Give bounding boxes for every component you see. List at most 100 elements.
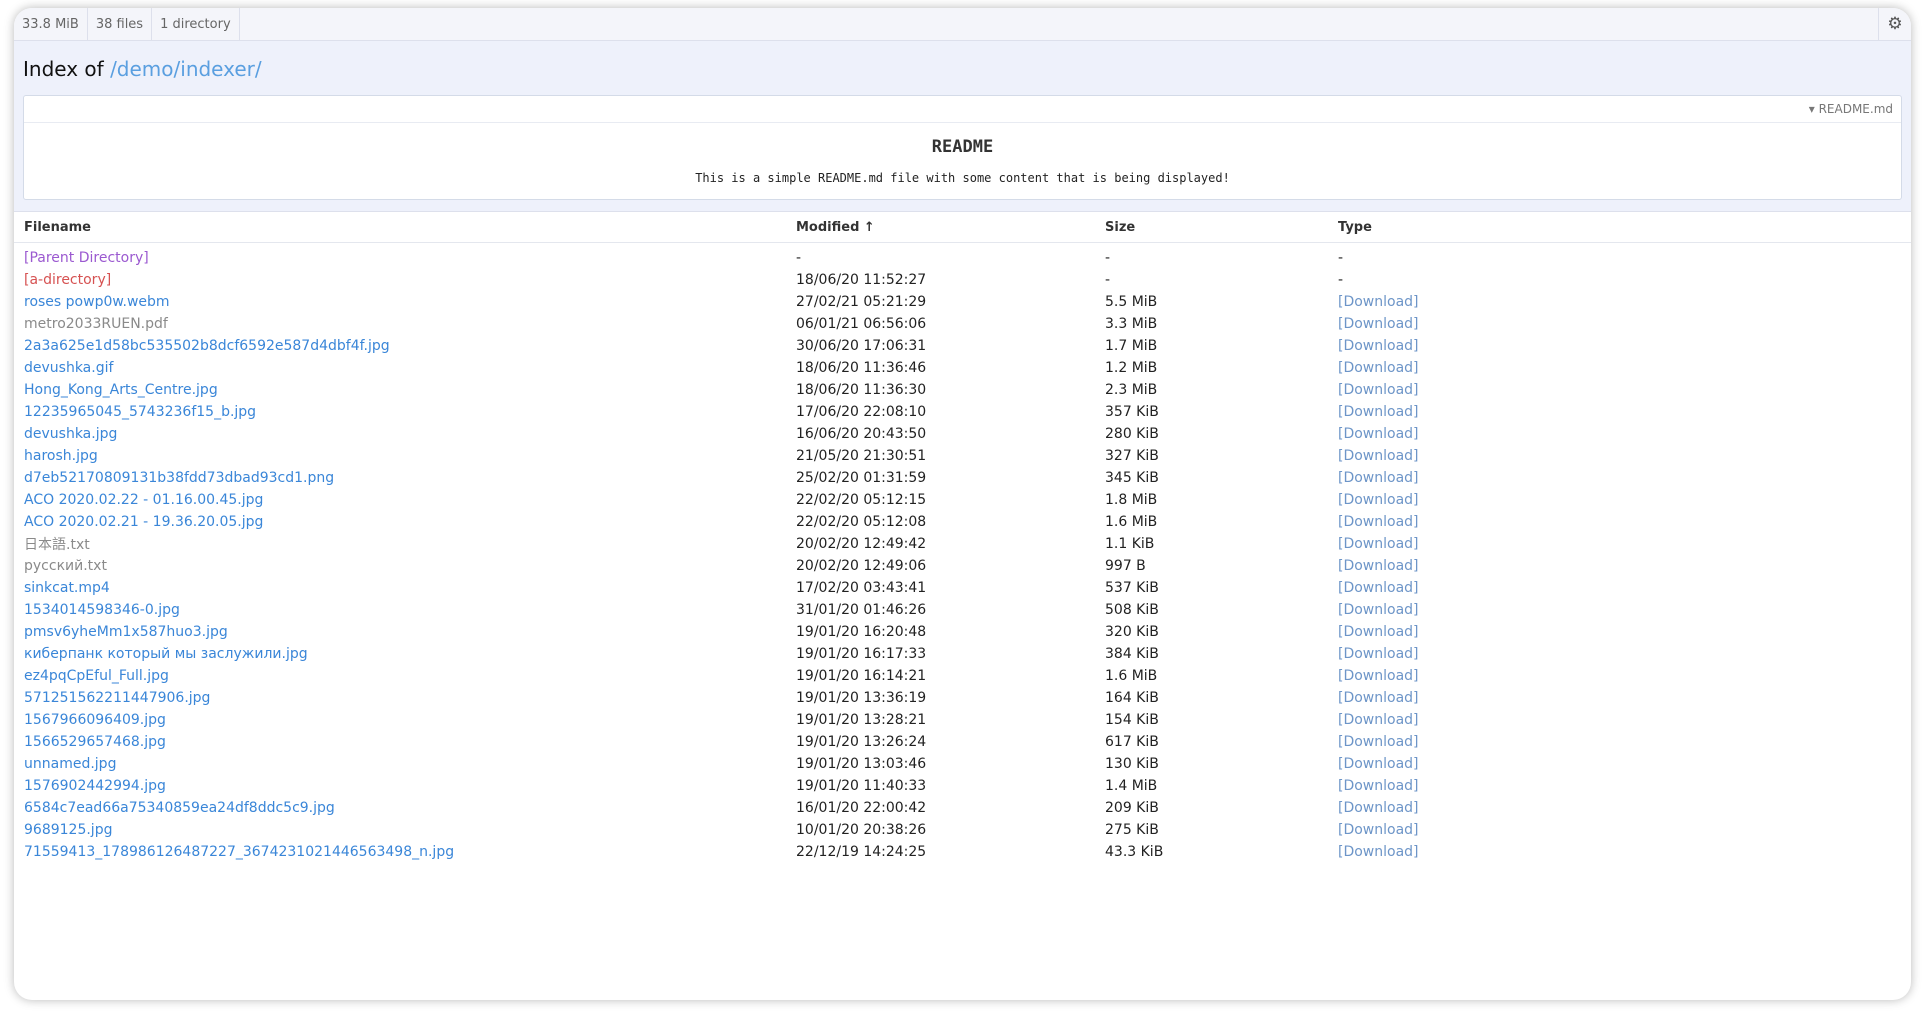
table-row: 12235965045_5743236f15_b.jpg 17/06/20 22:… xyxy=(14,401,1911,423)
download-link[interactable]: [Download] xyxy=(1338,778,1419,794)
column-header-type[interactable]: Type xyxy=(1338,212,1911,243)
file-name-link[interactable]: 2a3a625e1d58bc535502b8dcf6592e587d4dbf4f… xyxy=(24,338,390,354)
size-cell: 384 KiB xyxy=(1105,646,1159,662)
file-table-body: [Parent Directory] - - - [a-directory] 18/06/… xyxy=(14,243,1911,864)
file-name-link[interactable]: pmsv6yheMm1x587huo3.jpg xyxy=(24,624,228,640)
download-link[interactable]: [Download] xyxy=(1338,844,1419,860)
download-link[interactable]: [Download] xyxy=(1338,294,1419,310)
table-row: киберпанк который мы заслужили.jpg 19/01/… xyxy=(14,643,1911,665)
file-name-link[interactable]: metro2033RUEN.pdf xyxy=(24,316,168,332)
table-row: 2a3a625e1d58bc535502b8dcf6592e587d4dbf4f… xyxy=(14,335,1911,357)
table-row: pmsv6yheMm1x587huo3.jpg 19/01/20 16:20:48… xyxy=(14,621,1911,643)
modified-cell: 19/01/20 13:36:19 xyxy=(796,690,927,706)
download-link[interactable]: [Download] xyxy=(1338,690,1419,706)
file-name-link[interactable]: 1566529657468.jpg xyxy=(24,734,166,750)
page-title: Index of /demo/indexer/ xyxy=(23,41,1902,95)
file-name-link[interactable]: 6584c7ead66a75340859ea24df8ddc5c9.jpg xyxy=(24,800,335,816)
file-name-link[interactable]: 1576902442994.jpg xyxy=(24,778,166,794)
file-name-link[interactable]: sinkcat.mp4 xyxy=(24,580,110,596)
download-link[interactable]: [Download] xyxy=(1338,316,1419,332)
modified-cell: 19/01/20 11:40:33 xyxy=(796,778,927,794)
download-link[interactable]: [Download] xyxy=(1338,624,1419,640)
download-link[interactable]: [Download] xyxy=(1338,536,1419,552)
file-name-link[interactable]: 9689125.jpg xyxy=(24,822,112,838)
download-link[interactable]: [Download] xyxy=(1338,602,1419,618)
modified-cell: 17/02/20 03:43:41 xyxy=(796,580,927,596)
table-row: русский.txt 20/02/20 12:49:06 997 B [Downlo… xyxy=(14,555,1911,577)
file-name-link[interactable]: roses powp0w.webm xyxy=(24,294,170,310)
table-row: 9689125.jpg 10/01/20 20:38:26 275 KiB [Down… xyxy=(14,819,1911,841)
size-cell: 1.2 MiB xyxy=(1105,360,1158,376)
size-cell: - xyxy=(1105,250,1111,266)
download-link[interactable]: [Download] xyxy=(1338,712,1419,728)
table-row: 1567966096409.jpg 19/01/20 13:28:21 154 Ki… xyxy=(14,709,1911,731)
file-name-link[interactable]: [Parent Directory] xyxy=(24,250,149,266)
modified-cell: 16/01/20 22:00:42 xyxy=(796,800,927,816)
download-link[interactable]: [Download] xyxy=(1338,734,1419,750)
file-name-link[interactable]: 日本語.txt xyxy=(24,537,90,553)
download-link[interactable]: [Download] xyxy=(1338,382,1419,398)
column-header-modified[interactable]: Modified ↑ xyxy=(796,212,1105,243)
table-row: sinkcat.mp4 17/02/20 03:43:41 537 KiB [Down… xyxy=(14,577,1911,599)
file-name-link[interactable]: ACO 2020.02.21 - 19.36.20.05.jpg xyxy=(24,514,263,530)
download-link[interactable]: [Download] xyxy=(1338,756,1419,772)
readme-toggle[interactable]: ▾ README.md xyxy=(1809,102,1893,116)
download-link[interactable]: [Download] xyxy=(1338,426,1419,442)
gear-icon[interactable]: ⚙ xyxy=(1878,8,1911,40)
table-row: 571251562211447906.jpg 19/01/20 13:36:19 1… xyxy=(14,687,1911,709)
table-row: devushka.jpg 16/06/20 20:43:50 280 KiB [Dow… xyxy=(14,423,1911,445)
modified-cell: 17/06/20 22:08:10 xyxy=(796,404,927,420)
size-cell: 1.7 MiB xyxy=(1105,338,1158,354)
download-link[interactable]: [Download] xyxy=(1338,822,1419,838)
download-link[interactable]: [Download] xyxy=(1338,800,1419,816)
file-name-link[interactable]: русский.txt xyxy=(24,558,107,574)
download-link[interactable]: [Download] xyxy=(1338,338,1419,354)
modified-cell: 22/12/19 14:24:25 xyxy=(796,844,927,860)
file-name-link[interactable]: 1534014598346-0.jpg xyxy=(24,602,180,618)
download-link[interactable]: [Download] xyxy=(1338,360,1419,376)
file-name-link[interactable]: 12235965045_5743236f15_b.jpg xyxy=(24,404,256,420)
file-name-link[interactable]: ACO 2020.02.22 - 01.16.00.45.jpg xyxy=(24,492,263,508)
size-cell: 1.6 MiB xyxy=(1105,514,1158,530)
file-name-link[interactable]: devushka.jpg xyxy=(24,426,117,442)
table-row: 6584c7ead66a75340859ea24df8ddc5c9.jpg 16/… xyxy=(14,797,1911,819)
readme-text: This is a simple README.md file with som… xyxy=(695,171,1230,185)
current-path-link[interactable]: /demo/indexer/ xyxy=(110,57,262,81)
readme-panel: ▾ README.md README This is a simple READ… xyxy=(23,95,1902,200)
file-name-link[interactable]: d7eb52170809131b38fdd73dbad93cd1.png xyxy=(24,470,334,486)
file-name-link[interactable]: unnamed.jpg xyxy=(24,756,116,772)
download-link[interactable]: [Download] xyxy=(1338,470,1419,486)
column-header-filename[interactable]: Filename xyxy=(14,212,796,243)
file-name-link[interactable]: киберпанк который мы заслужили.jpg xyxy=(24,646,308,662)
modified-cell: 16/06/20 20:43:50 xyxy=(796,426,927,442)
size-cell: 164 KiB xyxy=(1105,690,1159,706)
file-count-stat: 38 files xyxy=(88,8,153,40)
size-cell: 997 B xyxy=(1105,558,1146,574)
download-link[interactable]: [Download] xyxy=(1338,668,1419,684)
file-name-link[interactable]: Hong_Kong_Arts_Centre.jpg xyxy=(24,382,218,398)
file-name-link[interactable]: [a-directory] xyxy=(24,272,111,288)
file-name-link[interactable]: harosh.jpg xyxy=(24,448,98,464)
table-row: unnamed.jpg 19/01/20 13:03:46 130 KiB [Down… xyxy=(14,753,1911,775)
download-link[interactable]: [Download] xyxy=(1338,492,1419,508)
download-link[interactable]: [Download] xyxy=(1338,448,1419,464)
header-area: Index of /demo/indexer/ ▾ README.md READ… xyxy=(14,41,1911,212)
file-name-link[interactable]: ez4pqCpEful_Full.jpg xyxy=(24,668,169,684)
download-link[interactable]: [Download] xyxy=(1338,404,1419,420)
table-row: 71559413_178986126487227_367423102144656… xyxy=(14,841,1911,863)
download-link[interactable]: [Download] xyxy=(1338,580,1419,596)
column-header-size[interactable]: Size xyxy=(1105,212,1338,243)
download-link[interactable]: [Download] xyxy=(1338,646,1419,662)
table-row: 1576902442994.jpg 19/01/20 11:40:33 1.4 Mi… xyxy=(14,775,1911,797)
modified-cell: 18/06/20 11:36:46 xyxy=(796,360,927,376)
size-cell: 1.4 MiB xyxy=(1105,778,1158,794)
size-cell: - xyxy=(1105,272,1111,288)
file-name-link[interactable]: 1567966096409.jpg xyxy=(24,712,166,728)
download-link[interactable]: [Download] xyxy=(1338,514,1419,530)
file-name-link[interactable]: 571251562211447906.jpg xyxy=(24,690,210,706)
modified-cell: 20/02/20 12:49:42 xyxy=(796,536,927,552)
file-name-link[interactable]: devushka.gif xyxy=(24,360,113,376)
download-link[interactable]: [Download] xyxy=(1338,558,1419,574)
file-name-link[interactable]: 71559413_178986126487227_367423102144656… xyxy=(24,844,454,860)
modified-cell: 06/01/21 06:56:06 xyxy=(796,316,927,332)
